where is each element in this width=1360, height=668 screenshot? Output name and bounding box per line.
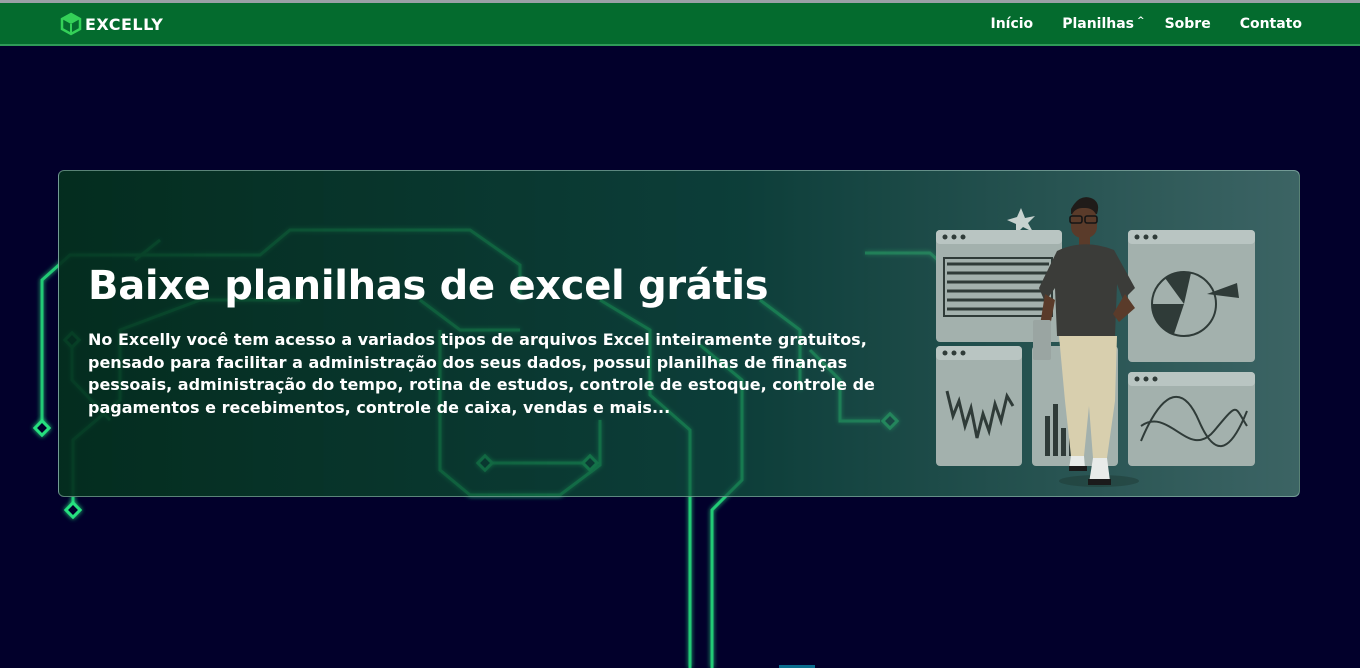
hero-banner: Baixe planilhas de excel grátis No Excel… (58, 170, 1300, 497)
nav-contato-label: Contato (1239, 15, 1302, 32)
nav-planilhas[interactable]: Planilhas ^ (1062, 16, 1144, 32)
nav-sobre[interactable]: Sobre (1165, 16, 1211, 32)
logo-text: EXCELLY (85, 14, 164, 34)
nav-contato[interactable]: Contato (1240, 16, 1302, 32)
nav-sobre-label: Sobre (1164, 15, 1211, 32)
person-with-charts-illustration (936, 197, 1255, 487)
nav-planilhas-label: Planilhas (1062, 15, 1135, 32)
chevron-up-icon: ^ (1137, 15, 1145, 26)
hero-description: No Excelly você tem acesso a variados ti… (88, 330, 875, 417)
navbar: EXCELLY Início Planilhas ^ Sobre Contato (0, 3, 1360, 46)
hero-title: Baixe planilhas de excel grátis (88, 263, 769, 309)
nav-inicio[interactable]: Início (990, 16, 1033, 32)
nav-inicio-label: Início (990, 15, 1034, 32)
logo[interactable]: EXCELLY (60, 12, 163, 36)
main-nav: Início Planilhas ^ Sobre Contato (961, 3, 1302, 44)
cube-icon (60, 12, 82, 36)
